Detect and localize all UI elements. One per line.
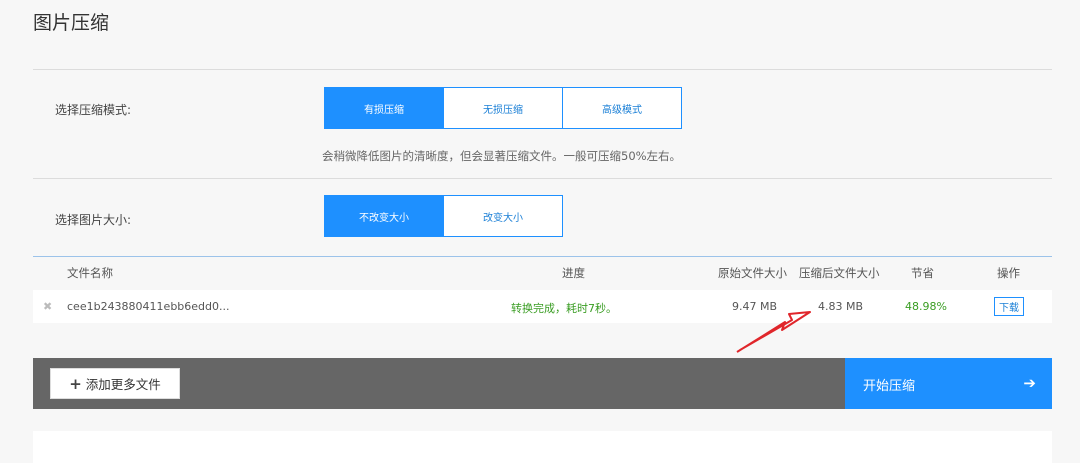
- page-title: 图片压缩: [33, 12, 110, 34]
- file-progress: 转换完成，耗时7秒。: [511, 302, 617, 315]
- size-change-button[interactable]: 改变大小: [443, 195, 563, 237]
- file-saved: 48.98%: [905, 300, 947, 313]
- col-original-header: 原始文件大小: [718, 266, 787, 280]
- file-name: cee1b243880411ebb6edd0...: [67, 300, 230, 313]
- mode-advanced-button[interactable]: 高级模式: [562, 87, 682, 129]
- mode-hint: 会稍微降低图片的清晰度，但会显著压缩文件。一般可压缩50%左右。: [322, 149, 682, 163]
- divider-table: [33, 256, 1052, 257]
- add-more-files-label: 添加更多文件: [85, 377, 161, 392]
- col-progress-header: 进度: [562, 266, 585, 280]
- mode-lossy-button[interactable]: 有损压缩: [324, 87, 444, 129]
- arrow-right-icon: ➔: [1023, 374, 1036, 392]
- start-compress-label: 开始压缩: [863, 379, 916, 394]
- table-header: 文件名称 进度 原始文件大小 压缩后文件大小 节省 操作: [33, 265, 1052, 287]
- table-row: ✖ cee1b243880411ebb6edd0... 转换完成，耗时7秒。 9…: [33, 290, 1052, 323]
- col-name-header: 文件名称: [67, 266, 113, 280]
- bottom-panel: [33, 431, 1052, 463]
- mode-label: 选择压缩模式:: [55, 103, 132, 117]
- divider-mid: [33, 178, 1052, 179]
- size-selector: 不改变大小 改变大小: [324, 195, 563, 237]
- start-compress-button[interactable]: 开始压缩 ➔: [845, 358, 1052, 409]
- remove-icon[interactable]: ✖: [43, 300, 52, 313]
- mode-lossless-button[interactable]: 无损压缩: [443, 87, 563, 129]
- download-button[interactable]: 下载: [994, 297, 1024, 316]
- col-saved-header: 节省: [911, 266, 934, 280]
- action-bar: + 添加更多文件: [33, 358, 845, 409]
- col-action-header: 操作: [997, 266, 1020, 280]
- divider-top: [33, 69, 1052, 70]
- mode-selector: 有损压缩 无损压缩 高级模式: [324, 87, 682, 129]
- size-keep-button[interactable]: 不改变大小: [324, 195, 444, 237]
- col-compressed-header: 压缩后文件大小: [799, 266, 880, 280]
- size-label: 选择图片大小:: [55, 213, 132, 227]
- add-more-files-button[interactable]: + 添加更多文件: [50, 368, 180, 399]
- annotation-arrow-icon: [736, 311, 811, 353]
- plus-icon: +: [69, 374, 82, 393]
